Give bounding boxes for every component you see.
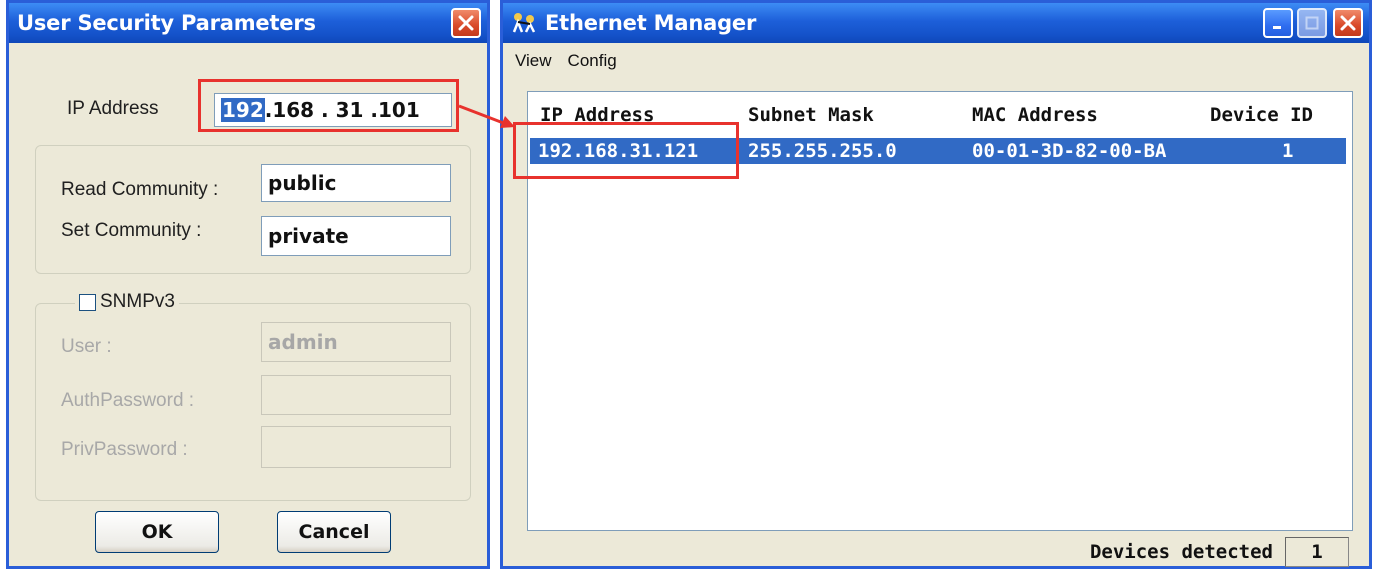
- snmpv3-checkbox[interactable]: [79, 293, 96, 311]
- snmpv3-legend: SNMPv3: [75, 291, 179, 313]
- ip-address-label: IP Address: [67, 98, 159, 119]
- dialog-close-button[interactable]: [451, 8, 481, 38]
- menu-config[interactable]: Config: [568, 51, 617, 71]
- ip-field-highlight: [198, 79, 459, 132]
- read-community-field[interactable]: public: [261, 164, 451, 202]
- status-bar: Devices detected 1: [503, 535, 1369, 569]
- manager-close-button[interactable]: [1333, 8, 1363, 38]
- auth-password-label: AuthPassword :: [61, 390, 195, 411]
- row-mac: 00-01-3D-82-00-BA: [972, 140, 1167, 162]
- read-community-label: Read Community :: [61, 179, 219, 200]
- user-label: User :: [61, 336, 112, 357]
- menu-bar: View Config: [503, 46, 1369, 76]
- user-field[interactable]: admin: [261, 322, 451, 362]
- minimize-icon: [1273, 26, 1281, 29]
- maximize-button[interactable]: [1297, 8, 1327, 38]
- column-device-id[interactable]: Device ID: [1210, 104, 1313, 126]
- close-icon: [458, 15, 474, 31]
- set-community-field[interactable]: private: [261, 216, 451, 256]
- manager-titlebar[interactable]: Ethernet Manager: [503, 3, 1369, 43]
- row-device-id: 1: [1282, 140, 1294, 162]
- network-app-icon: [512, 13, 536, 33]
- menu-view[interactable]: View: [515, 51, 552, 71]
- ethernet-manager-window: Ethernet Manager View Config IP Address …: [500, 0, 1372, 569]
- devices-detected-label: Devices detected: [1089, 541, 1273, 563]
- auth-password-field[interactable]: [261, 375, 451, 415]
- maximize-icon: [1305, 16, 1319, 30]
- cancel-button[interactable]: Cancel: [277, 511, 391, 553]
- minimize-button[interactable]: [1263, 8, 1293, 38]
- dialog-titlebar[interactable]: User Security Parameters: [9, 3, 487, 43]
- priv-password-label: PrivPassword :: [61, 439, 188, 460]
- ok-button[interactable]: OK: [95, 511, 219, 553]
- ip-cell-highlight: [513, 122, 739, 179]
- column-subnet-mask[interactable]: Subnet Mask: [748, 104, 874, 126]
- devices-detected-count: 1: [1285, 537, 1349, 567]
- snmpv3-label: SNMPv3: [100, 291, 175, 312]
- manager-title: Ethernet Manager: [545, 11, 757, 35]
- dialog-title: User Security Parameters: [17, 11, 316, 35]
- priv-password-field[interactable]: [261, 426, 451, 468]
- column-mac-address[interactable]: MAC Address: [972, 104, 1098, 126]
- set-community-label: Set Community :: [61, 220, 202, 241]
- close-icon: [1340, 15, 1356, 31]
- row-subnet-mask: 255.255.255.0: [748, 140, 897, 162]
